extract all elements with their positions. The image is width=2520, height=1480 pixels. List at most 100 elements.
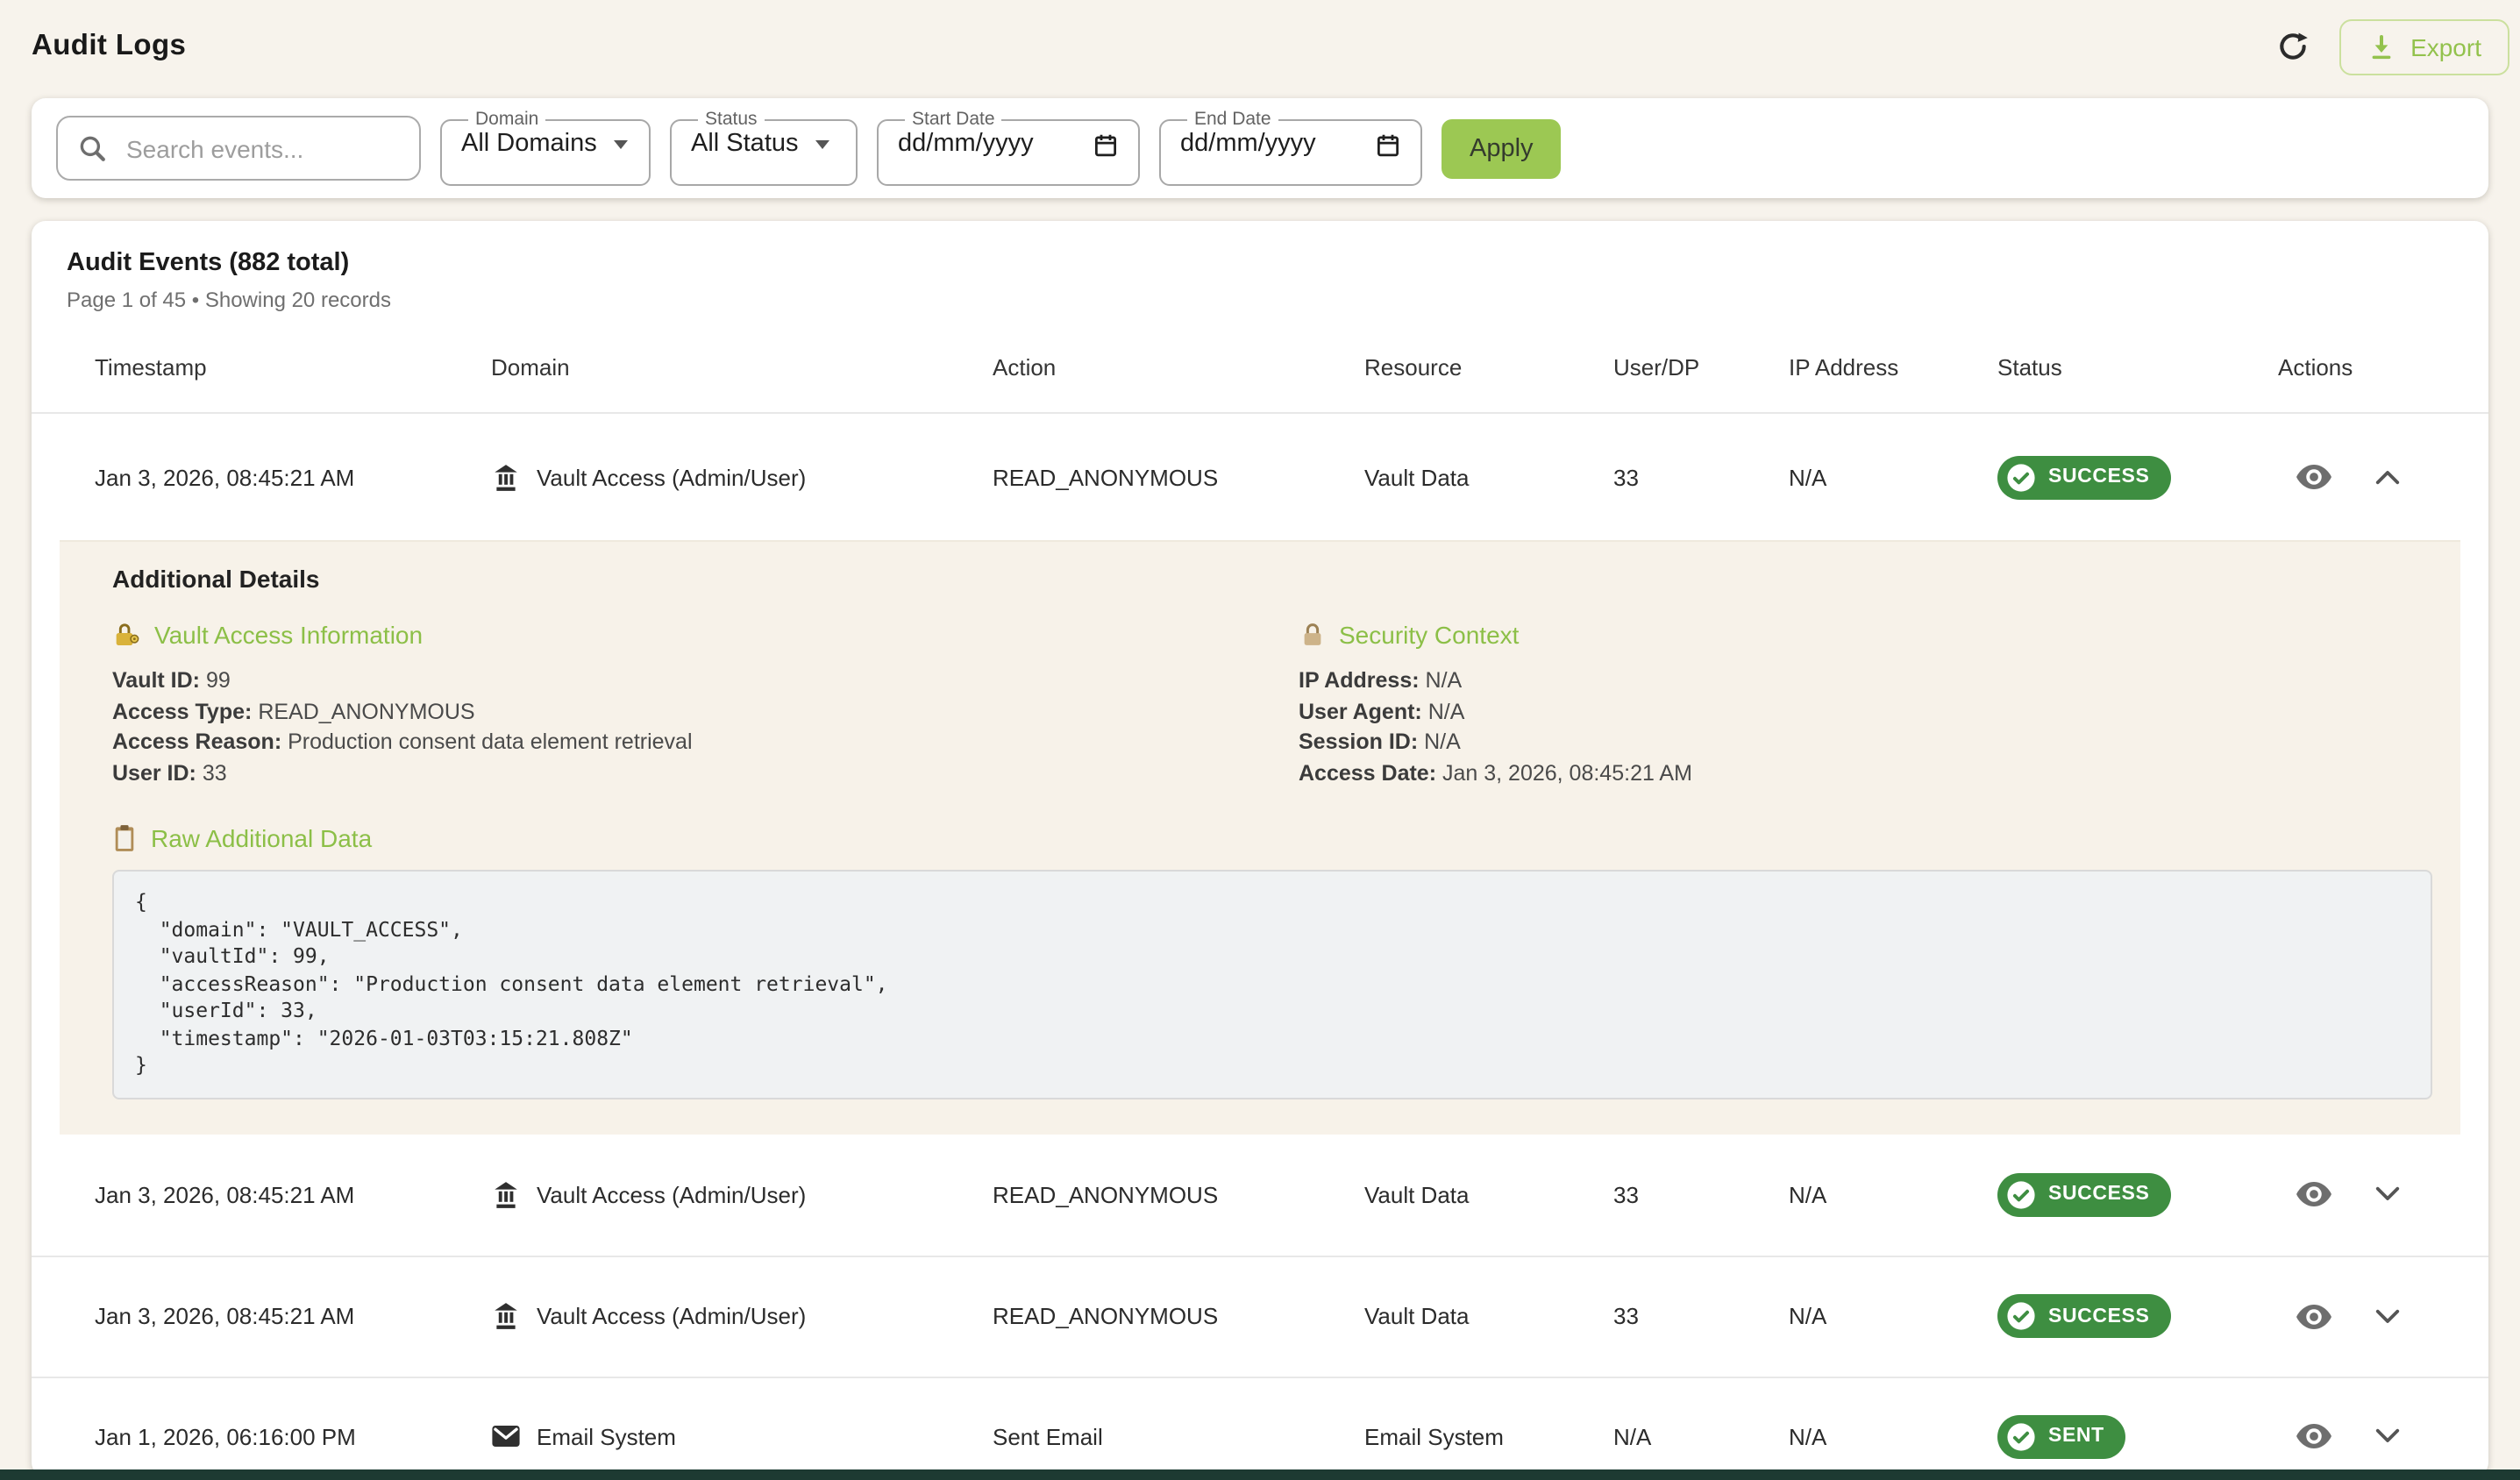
status-cell: SUCCESS bbox=[1997, 1294, 2278, 1338]
export-button[interactable]: Export bbox=[2338, 18, 2509, 75]
resource-cell: Email System bbox=[1364, 1423, 1613, 1449]
raw-json-block: { "domain": "VAULT_ACCESS", "vaultId": 9… bbox=[112, 870, 2432, 1099]
detail-field: Vault ID: 99 bbox=[112, 666, 1246, 697]
top-actions: Export bbox=[2275, 18, 2509, 75]
eye-icon[interactable] bbox=[2296, 1302, 2332, 1330]
domain-select[interactable]: All Domains bbox=[461, 130, 630, 158]
actions-cell bbox=[2278, 463, 2464, 491]
user-dp-cell: 33 bbox=[1613, 464, 1789, 490]
vault-section-label: Vault Access Information bbox=[154, 621, 423, 649]
status-badge-label: SUCCESS bbox=[2048, 466, 2149, 487]
additional-details-panel: Additional Details Vault Access Infor bbox=[60, 540, 2460, 1134]
field-value: N/A bbox=[1428, 699, 1465, 723]
domain-cell: Vault Access (Admin/User) bbox=[491, 462, 993, 492]
start-date-filter[interactable]: Start Date dd/mm/yyyy bbox=[877, 110, 1140, 186]
domain-cell: Vault Access (Admin/User) bbox=[491, 1301, 993, 1331]
calendar-icon[interactable] bbox=[1375, 131, 1401, 157]
resource-cell: Vault Data bbox=[1364, 1181, 1613, 1207]
status-filter-label: Status bbox=[698, 110, 765, 128]
check-circle-icon bbox=[2006, 1179, 2036, 1209]
actions-cell bbox=[2278, 1302, 2464, 1330]
field-label: Vault ID: bbox=[112, 668, 200, 693]
lock-with-key-icon bbox=[112, 621, 140, 649]
field-value: 33 bbox=[203, 760, 227, 785]
resource-cell: Vault Data bbox=[1364, 1303, 1613, 1329]
envelope-icon bbox=[491, 1424, 521, 1448]
domain-select-value: All Domains bbox=[461, 130, 597, 158]
search-input[interactable] bbox=[123, 132, 400, 164]
table-header-row: Timestamp Domain Action Resource User/DP… bbox=[32, 323, 2488, 414]
field-label: User Agent: bbox=[1299, 699, 1422, 723]
status-select[interactable]: All Status bbox=[691, 130, 836, 158]
field-value: Production consent data element retrieva… bbox=[288, 729, 692, 754]
search-box[interactable] bbox=[56, 116, 421, 181]
details-columns: Vault Access Information Vault ID: 99 Ac… bbox=[112, 621, 2432, 789]
detail-field: Access Reason: Production consent data e… bbox=[112, 728, 1246, 758]
detail-field: User Agent: N/A bbox=[1299, 697, 2432, 728]
detail-field: Access Date: Jan 3, 2026, 08:45:21 AM bbox=[1299, 758, 2432, 789]
details-title: Additional Details bbox=[112, 565, 2432, 593]
action-cell: READ_ANONYMOUS bbox=[993, 1181, 1364, 1207]
refresh-icon[interactable] bbox=[2275, 29, 2310, 64]
eye-icon[interactable] bbox=[2296, 1180, 2332, 1208]
ip-address-cell: N/A bbox=[1789, 1181, 1997, 1207]
filter-bar: Domain All Domains Status All Status Sta… bbox=[32, 98, 2488, 198]
audit-logs-page: Audit Logs Export bbox=[0, 0, 2520, 1480]
domain-label: Vault Access (Admin/User) bbox=[537, 1303, 806, 1329]
eye-icon[interactable] bbox=[2296, 1422, 2332, 1450]
field-value: READ_ANONYMOUS bbox=[258, 699, 474, 723]
field-label: Access Reason: bbox=[112, 729, 281, 754]
user-dp-cell: 33 bbox=[1613, 1181, 1789, 1207]
top-bar: Audit Logs Export bbox=[0, 0, 2520, 77]
audit-events-card: Audit Events (882 total) Page 1 of 45 • … bbox=[32, 221, 2488, 1476]
end-date-label: End Date bbox=[1187, 110, 1278, 128]
bank-icon bbox=[491, 1301, 521, 1331]
lock-icon bbox=[1299, 621, 1325, 649]
action-cell: READ_ANONYMOUS bbox=[993, 1303, 1364, 1329]
column-header-resource: Resource bbox=[1364, 354, 1613, 381]
start-date-value: dd/mm/yyyy bbox=[898, 130, 1034, 158]
chevron-down-icon[interactable] bbox=[2374, 1427, 2401, 1445]
user-dp-cell: N/A bbox=[1613, 1423, 1789, 1449]
table-row[interactable]: Jan 3, 2026, 08:45:21 AM Vault Access (A… bbox=[32, 1255, 2488, 1376]
status-badge-label: SENT bbox=[2048, 1426, 2104, 1447]
action-cell: Sent Email bbox=[993, 1423, 1364, 1449]
status-filter[interactable]: Status All Status bbox=[670, 110, 858, 186]
column-header-timestamp: Timestamp bbox=[95, 354, 491, 381]
field-label: IP Address: bbox=[1299, 668, 1420, 693]
chevron-down-icon[interactable] bbox=[2374, 1185, 2401, 1203]
card-title: Audit Events (882 total) bbox=[67, 249, 2453, 277]
domain-cell: Email System bbox=[491, 1423, 993, 1449]
apply-button[interactable]: Apply bbox=[1442, 118, 1562, 178]
end-date-value: dd/mm/yyyy bbox=[1180, 130, 1316, 158]
end-date-input[interactable]: dd/mm/yyyy bbox=[1180, 130, 1401, 158]
eye-icon[interactable] bbox=[2296, 463, 2332, 491]
status-badge: SUCCESS bbox=[1997, 455, 2170, 499]
table-row[interactable]: Jan 3, 2026, 08:45:21 AM Vault Access (A… bbox=[32, 414, 2488, 540]
column-header-status: Status bbox=[1997, 354, 2278, 381]
vault-section-title: Vault Access Information bbox=[112, 621, 1246, 649]
table-row[interactable]: Jan 1, 2026, 06:16:00 PM Email System Se… bbox=[32, 1376, 2488, 1476]
status-cell: SENT bbox=[1997, 1414, 2278, 1458]
ip-address-cell: N/A bbox=[1789, 1303, 1997, 1329]
detail-field: IP Address: N/A bbox=[1299, 666, 2432, 697]
actions-cell bbox=[2278, 1422, 2464, 1450]
timestamp-cell: Jan 3, 2026, 08:45:21 AM bbox=[95, 1303, 491, 1329]
security-section-title: Security Context bbox=[1299, 621, 2432, 649]
clipboard-icon bbox=[112, 824, 137, 852]
chevron-down-icon bbox=[816, 139, 830, 148]
action-cell: READ_ANONYMOUS bbox=[993, 464, 1364, 490]
calendar-icon[interactable] bbox=[1093, 131, 1119, 157]
chevron-down-icon[interactable] bbox=[2374, 1307, 2401, 1325]
start-date-input[interactable]: dd/mm/yyyy bbox=[898, 130, 1119, 158]
chevron-up-icon[interactable] bbox=[2374, 468, 2401, 486]
end-date-filter[interactable]: End Date dd/mm/yyyy bbox=[1159, 110, 1422, 186]
raw-data-section-label: Raw Additional Data bbox=[151, 824, 372, 852]
status-select-value: All Status bbox=[691, 130, 799, 158]
ip-address-cell: N/A bbox=[1789, 464, 1997, 490]
column-header-user-dp: User/DP bbox=[1613, 354, 1789, 381]
timestamp-cell: Jan 3, 2026, 08:45:21 AM bbox=[95, 1181, 491, 1207]
domain-filter[interactable]: Domain All Domains bbox=[440, 110, 651, 186]
table-row[interactable]: Jan 3, 2026, 08:45:21 AM Vault Access (A… bbox=[32, 1134, 2488, 1255]
bottom-bar bbox=[0, 1469, 2520, 1480]
